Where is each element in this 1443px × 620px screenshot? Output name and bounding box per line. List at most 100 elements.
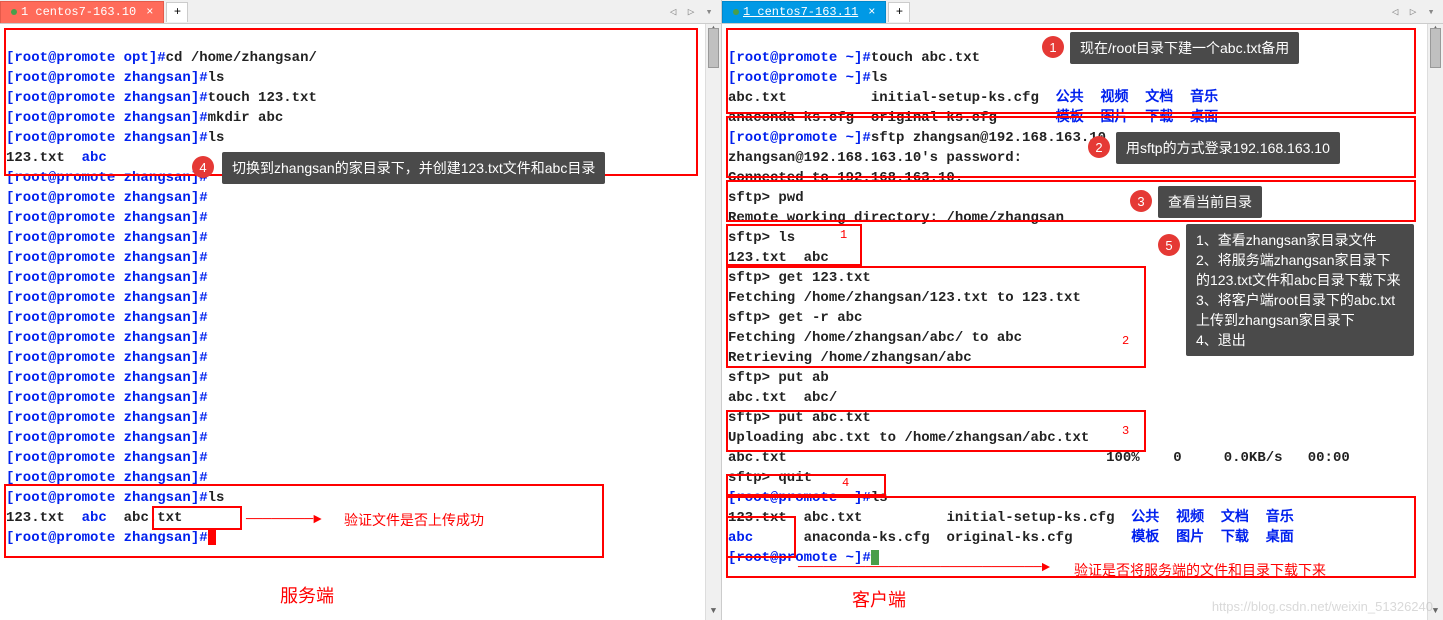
tiny-num-2: 2 bbox=[1122, 334, 1129, 348]
footer-label: 服务端 bbox=[280, 582, 334, 608]
tab-label: 1 centos7-163.11 bbox=[743, 5, 858, 19]
arrow-icon: ─────────────────────────────► bbox=[798, 560, 1050, 576]
callout-1: 现在/root目录下建一个abc.txt备用 bbox=[1070, 32, 1299, 64]
watermark-text: https://blog.csdn.net/weixin_51326240 bbox=[1212, 599, 1433, 614]
scroll-down-icon[interactable]: ▼ bbox=[706, 606, 721, 620]
scroll-thumb[interactable] bbox=[708, 28, 719, 68]
command: ls bbox=[871, 490, 888, 506]
next-tab-icon[interactable]: ▷ bbox=[1405, 5, 1421, 19]
prompt: [root@promote zhangsan]# bbox=[6, 490, 208, 506]
command: mkdir abc bbox=[208, 110, 284, 126]
prompt: [root@promote zhangsan]# bbox=[6, 450, 208, 466]
close-icon[interactable]: × bbox=[146, 5, 153, 19]
output: 100% bbox=[1106, 450, 1140, 466]
annotation-text: 验证文件是否上传成功 bbox=[344, 510, 484, 530]
output-dir: 公共 视频 文档 音乐 bbox=[1131, 510, 1293, 526]
output: abc.txt bbox=[728, 450, 787, 466]
close-icon[interactable]: × bbox=[868, 5, 875, 19]
command: ls bbox=[208, 70, 225, 86]
command: sftp zhangsan@192.168.163.10 bbox=[871, 130, 1106, 146]
new-tab-button[interactable]: + bbox=[888, 2, 910, 22]
sftp-cmd: sftp> put ab bbox=[728, 370, 829, 386]
command: ls bbox=[871, 70, 888, 86]
tab-label: 1 centos7-163.10 bbox=[21, 5, 136, 19]
prompt: [root@promote ~]# bbox=[728, 50, 871, 66]
command: ls bbox=[208, 490, 225, 506]
sftp-cmd: sftp> get 123.txt bbox=[728, 270, 871, 286]
status-dot-icon bbox=[11, 9, 17, 15]
output: Retrieving /home/zhangsan/abc bbox=[728, 350, 972, 366]
output: abc.txt bbox=[107, 510, 183, 526]
sftp-cmd: sftp> quit bbox=[728, 470, 812, 486]
callout-4: 切换到zhangsan的家目录下，并创建123.txt文件和abc目录 bbox=[222, 152, 605, 184]
prompt: [root@promote ~]# bbox=[728, 490, 871, 506]
arrow-icon: ────────► bbox=[246, 512, 322, 528]
output: 123.txt bbox=[6, 150, 82, 166]
prompt: [root@promote zhangsan]# bbox=[6, 390, 208, 406]
output: abc.txt initial-setup-ks.cfg bbox=[728, 90, 1056, 106]
sftp-cmd: sftp> get -r abc bbox=[728, 310, 862, 326]
output-dir: abc bbox=[728, 530, 753, 546]
command: ls bbox=[208, 130, 225, 146]
right-pane: 1 centos7-163.11 × + ◁ ▷ ▾ [root@promote… bbox=[722, 0, 1443, 620]
output: 123.txt bbox=[6, 510, 82, 526]
next-tab-icon[interactable]: ▷ bbox=[683, 5, 699, 19]
left-terminal[interactable]: [root@promote opt]#cd /home/zhangsan/ [r… bbox=[0, 24, 721, 620]
tabbar-controls: ◁ ▷ ▾ bbox=[1387, 5, 1439, 19]
output-dir: 模板 图片 下载 桌面 bbox=[1056, 110, 1218, 126]
output: anaconda-ks.cfg original-ks.cfg bbox=[753, 530, 1131, 546]
status-dot-icon bbox=[733, 9, 739, 15]
right-tabbar: 1 centos7-163.11 × + ◁ ▷ ▾ bbox=[722, 0, 1443, 24]
output: Fetching /home/zhangsan/123.txt to 123.t… bbox=[728, 290, 1081, 306]
output: abc.txt abc/ bbox=[728, 390, 854, 406]
output: 123.txt bbox=[728, 510, 787, 526]
annotation-badge-5: 5 bbox=[1158, 234, 1180, 256]
annotation-badge-2: 2 bbox=[1088, 136, 1110, 158]
tiny-num-1: 1 bbox=[840, 228, 847, 242]
prompt: [root@promote zhangsan]# bbox=[6, 230, 208, 246]
command: touch 123.txt bbox=[208, 90, 317, 106]
prompt: [root@promote zhangsan]# bbox=[6, 350, 208, 366]
new-tab-button[interactable]: + bbox=[166, 2, 188, 22]
tab-menu-icon[interactable]: ▾ bbox=[1423, 5, 1439, 19]
prompt: [root@promote opt]# bbox=[6, 50, 166, 66]
tab-centos-11[interactable]: 1 centos7-163.11 × bbox=[722, 1, 886, 23]
output-dir: 公共 视频 文档 音乐 bbox=[1056, 90, 1218, 106]
prompt: [root@promote zhangsan]# bbox=[6, 90, 208, 106]
output: 123.txt abc bbox=[728, 250, 854, 266]
prompt: [root@promote zhangsan]# bbox=[6, 250, 208, 266]
prompt: [root@promote zhangsan]# bbox=[6, 430, 208, 446]
sftp-cmd: sftp> put abc.txt bbox=[728, 410, 871, 426]
sftp-cmd: sftp> pwd bbox=[728, 190, 804, 206]
prompt: [root@promote zhangsan]# bbox=[6, 330, 208, 346]
callout-2: 用sftp的方式登录192.168.163.10 bbox=[1116, 132, 1340, 164]
annotation-text: 验证是否将服务端的文件和目录下载下来 bbox=[1074, 560, 1326, 580]
prev-tab-icon[interactable]: ◁ bbox=[1387, 5, 1403, 19]
output-dir: abc bbox=[82, 510, 107, 526]
tab-centos-10[interactable]: 1 centos7-163.10 × bbox=[0, 1, 164, 23]
annotation-badge-3: 3 bbox=[1130, 190, 1152, 212]
output: 0.0KB/s bbox=[1224, 450, 1283, 466]
prompt: [root@promote zhangsan]# bbox=[6, 170, 208, 186]
prompt: [root@promote zhangsan]# bbox=[6, 210, 208, 226]
left-pane: 1 centos7-163.10 × + ◁ ▷ ▾ [root@promote… bbox=[0, 0, 722, 620]
right-scrollbar[interactable]: ▲ ▼ bbox=[1427, 24, 1443, 620]
left-scrollbar[interactable]: ▲ ▼ bbox=[705, 24, 721, 620]
prompt: [root@promote zhangsan]# bbox=[6, 370, 208, 386]
prompt: [root@promote ~]# bbox=[728, 130, 871, 146]
callout-3: 查看当前目录 bbox=[1158, 186, 1262, 218]
prompt: [root@promote ~]# bbox=[728, 70, 871, 86]
prompt: [root@promote zhangsan]# bbox=[6, 270, 208, 286]
output: 00:00 bbox=[1308, 450, 1350, 466]
left-tabbar: 1 centos7-163.10 × + ◁ ▷ ▾ bbox=[0, 0, 721, 24]
output: Fetching /home/zhangsan/abc/ to abc bbox=[728, 330, 1022, 346]
command: touch abc.txt bbox=[871, 50, 980, 66]
prev-tab-icon[interactable]: ◁ bbox=[665, 5, 681, 19]
scroll-thumb[interactable] bbox=[1430, 28, 1441, 68]
tab-menu-icon[interactable]: ▾ bbox=[701, 5, 717, 19]
output: abc.txt initial-setup-ks.cfg bbox=[787, 510, 1131, 526]
tiny-num-3: 3 bbox=[1122, 424, 1129, 438]
output-dir: abc bbox=[82, 150, 107, 166]
annotation-badge-4: 4 bbox=[192, 156, 214, 178]
output: Connected to 192.168.163.10. bbox=[728, 170, 963, 186]
